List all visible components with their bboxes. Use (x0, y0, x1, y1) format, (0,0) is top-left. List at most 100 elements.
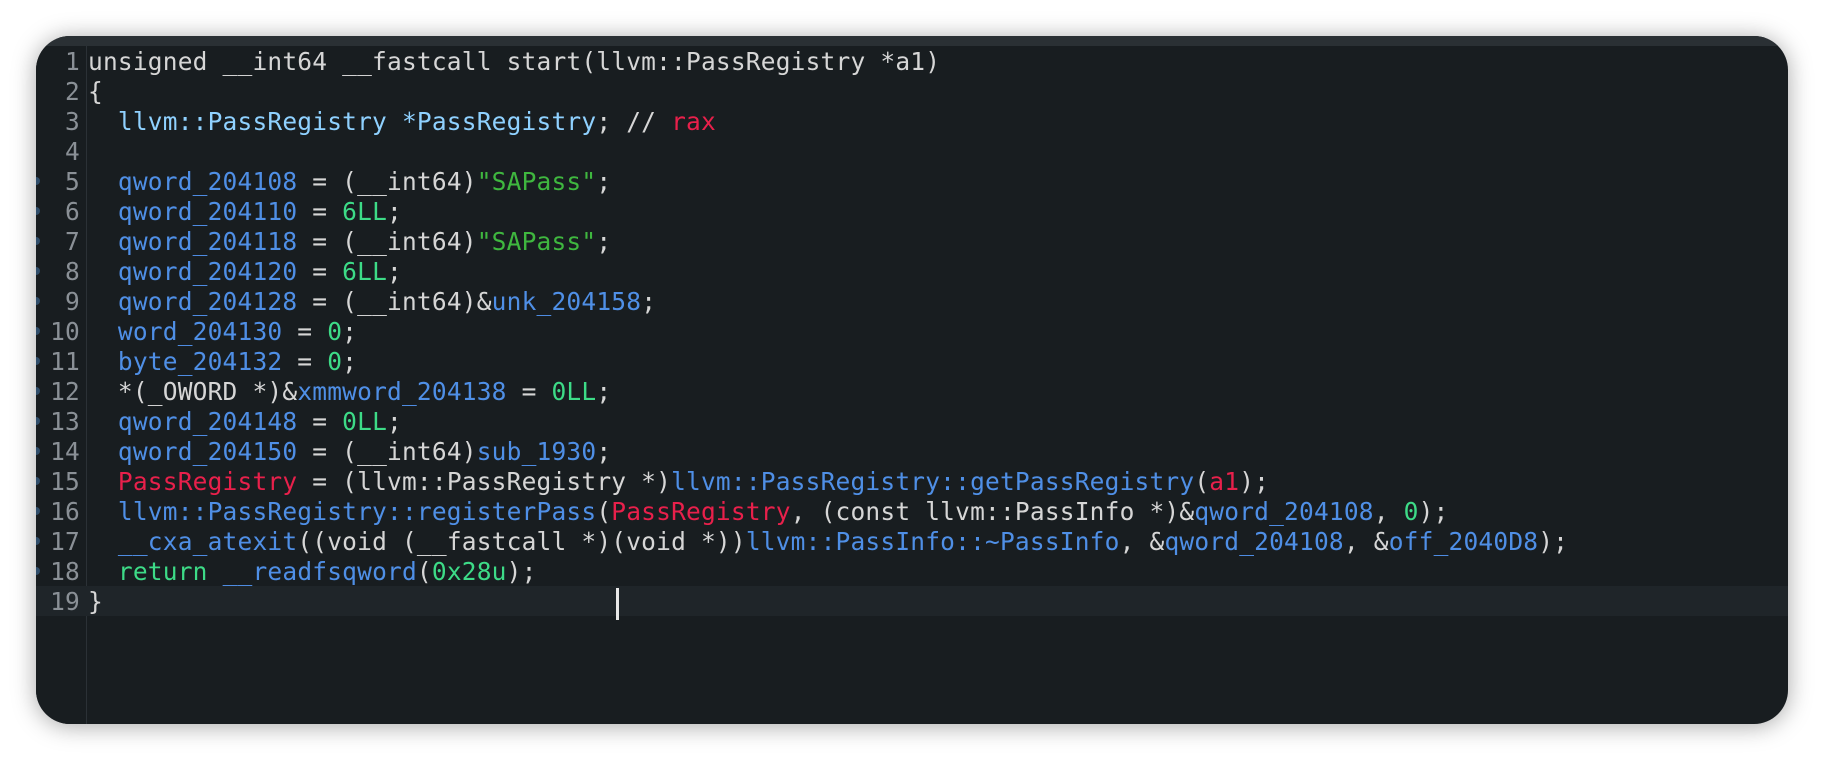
code-token-var[interactable]: qword_204118 (88, 227, 297, 256)
code-token-plain: ; (387, 196, 402, 226)
code-token-plain: ); (1239, 466, 1270, 496)
line-number: 17 (50, 526, 80, 556)
code-token-var[interactable]: qword_204108 (1164, 527, 1343, 556)
code-token-var[interactable]: llvm::PassInfo::~PassInfo (746, 527, 1120, 556)
line-number: 16 (50, 496, 80, 526)
code-token-var[interactable]: byte_204132 (88, 347, 282, 376)
code-token-plain: ; // (596, 106, 672, 136)
code-token-var[interactable]: __readfsqword (223, 557, 417, 586)
code-line[interactable]: 11 byte_204132 = 0; (36, 346, 1788, 376)
code-token-str: "SAPass" (476, 226, 597, 256)
code-token-plain: ( (1194, 466, 1210, 496)
code-token-str: "SAPass" (476, 166, 597, 196)
code-line[interactable]: 5 qword_204108 = (__int64)"SAPass"; (36, 166, 1788, 196)
code-token-plain: { (88, 76, 103, 106)
code-line[interactable]: 15 PassRegistry = (llvm::PassRegistry *)… (36, 466, 1788, 496)
code-line[interactable]: 2{ (36, 76, 1788, 106)
code-token-var[interactable]: unk_204158 (492, 287, 642, 316)
code-token-num: 6LL (342, 196, 388, 226)
code-text: unsigned __int64 __fastcall start(llvm::… (88, 47, 940, 76)
code-token-plain: = (__int64) (297, 226, 477, 256)
code-token-var[interactable]: qword_204108 (1194, 497, 1373, 526)
line-number: 14 (50, 436, 80, 466)
code-token-red[interactable]: a1 (1209, 467, 1239, 496)
code-token-plain: = (__int64)& (297, 286, 492, 316)
code-line[interactable]: 10 word_204130 = 0; (36, 316, 1788, 346)
line-number: 5 (65, 166, 80, 196)
code-text: qword_204128 = (__int64)&unk_204158; (88, 287, 656, 316)
code-token-plain: = (282, 316, 328, 346)
code-token-plain: = (297, 196, 343, 226)
code-line[interactable]: 12 *(_OWORD *)&xmmword_204138 = 0LL; (36, 376, 1788, 406)
code-token-plain: = (282, 346, 328, 376)
line-number: 10 (50, 316, 80, 346)
code-token-var[interactable]: qword_204128 (88, 287, 297, 316)
code-line[interactable]: 4 (36, 136, 1788, 166)
code-token-plain: , (1373, 496, 1404, 526)
code-token-var[interactable]: llvm::PassRegistry::getPassRegistry (671, 467, 1194, 496)
code-token-plain: = (__int64) (297, 436, 477, 466)
code-token-var[interactable]: off_2040D8 (1389, 527, 1539, 556)
code-area[interactable]: 1 unsigned __int64 __fastcall start(llvm:… (36, 46, 1788, 724)
code-token-plain: ; (342, 316, 358, 346)
code-token-plain: , (const llvm::PassInfo *)& (790, 496, 1195, 526)
code-token-plain: ; (387, 256, 402, 286)
code-line[interactable]: 6 qword_204110 = 6LL; (36, 196, 1788, 226)
code-line[interactable]: 3 llvm::PassRegistry *PassRegistry; // r… (36, 106, 1788, 136)
code-token-plain: ); (506, 556, 537, 586)
code-token-plain: *(_OWORD *)& (88, 376, 298, 406)
line-number: 18 (50, 556, 80, 586)
code-token-plain: ; (596, 166, 612, 196)
code-token-var[interactable]: __cxa_atexit (88, 527, 297, 556)
code-line[interactable]: 9 qword_204128 = (__int64)&unk_204158; (36, 286, 1788, 316)
line-number: 11 (50, 346, 80, 376)
code-token-plain: ); (1418, 496, 1449, 526)
code-text: qword_204120 = 6LL; (88, 257, 402, 286)
code-line[interactable]: 8 qword_204120 = 6LL; (36, 256, 1788, 286)
code-line[interactable]: 14 qword_204150 = (__int64)sub_1930; (36, 436, 1788, 466)
code-line[interactable]: 19} (36, 586, 1788, 616)
code-token-plain: , & (1343, 526, 1389, 556)
code-line[interactable]: 16 llvm::PassRegistry::registerPass(Pass… (36, 496, 1788, 526)
code-token-plain: ; (387, 406, 402, 436)
code-token-plain: ; (641, 286, 657, 316)
code-token-var[interactable]: qword_204148 (88, 407, 297, 436)
code-token-plain: = (llvm::PassRegistry *) (297, 466, 672, 496)
code-token-plain: ; (596, 376, 612, 406)
line-number: 13 (50, 406, 80, 436)
code-token-plain: ( (596, 496, 612, 526)
code-text: byte_204132 = 0; (88, 347, 357, 376)
code-token-var[interactable]: qword_204108 (88, 167, 297, 196)
code-line[interactable]: 17 __cxa_atexit((void (__fastcall *)(voi… (36, 526, 1788, 556)
line-number: 6 (65, 196, 80, 226)
code-text: llvm::PassRegistry::registerPass(PassReg… (88, 497, 1449, 526)
code-line[interactable]: 18 return __readfsqword(0x28u); (36, 556, 1788, 586)
code-token-num: 0x28u (431, 556, 507, 586)
code-token-plain: ; (596, 226, 612, 256)
code-token-plain: ); (1538, 526, 1569, 556)
code-line[interactable]: 7 qword_204118 = (__int64)"SAPass"; (36, 226, 1788, 256)
code-line[interactable]: 13 qword_204148 = 0LL; (36, 406, 1788, 436)
code-token-var[interactable]: word_204130 (88, 317, 282, 346)
code-token-red[interactable]: rax (671, 107, 716, 136)
code-editor[interactable]: 1 unsigned __int64 __fastcall start(llvm:… (36, 46, 1788, 724)
code-token-plain: , & (1119, 526, 1165, 556)
code-token-var[interactable]: qword_204110 (88, 197, 297, 226)
code-token-var[interactable]: xmmword_204138 (297, 377, 506, 406)
code-token-plain: = (__int64) (297, 166, 477, 196)
code-token-var[interactable]: sub_1930 (477, 437, 597, 466)
code-text: word_204130 = 0; (88, 317, 357, 346)
code-token-plain: ((void (__fastcall *)(void *)) (297, 526, 746, 556)
code-line[interactable]: 1 unsigned __int64 __fastcall start(llvm:… (36, 46, 1788, 76)
code-text: qword_204110 = 6LL; (88, 197, 402, 226)
code-token-red[interactable]: PassRegistry (611, 497, 790, 526)
line-number: 3 (65, 106, 80, 136)
code-token-plain: = (297, 256, 343, 286)
code-token-red[interactable]: PassRegistry (88, 467, 297, 496)
code-token-var[interactable]: llvm::PassRegistry::registerPass (88, 497, 596, 526)
code-token-plain: ( (416, 556, 432, 586)
code-token-var[interactable]: qword_204150 (88, 437, 297, 466)
code-token-num: 0LL (551, 376, 597, 406)
window-top-band (36, 36, 1788, 46)
code-token-var[interactable]: qword_204120 (88, 257, 297, 286)
